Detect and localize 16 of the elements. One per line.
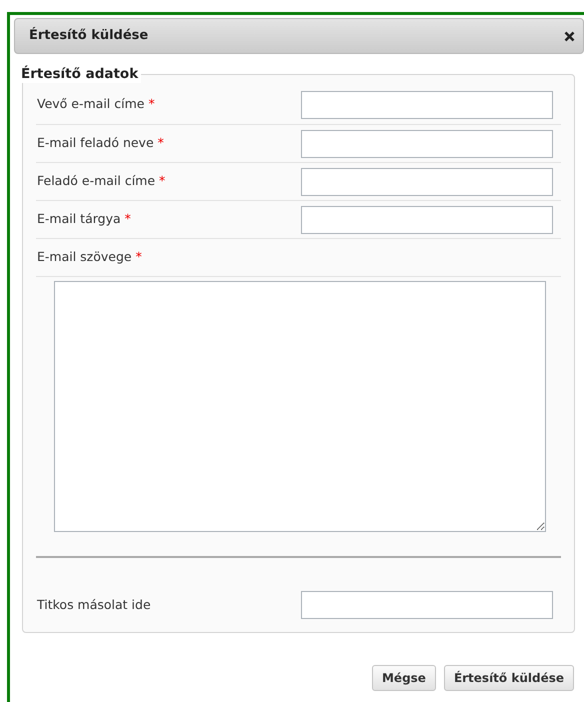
field-label: Vevő e-mail címe * bbox=[37, 95, 155, 114]
dialog-title: Értesítő küldése bbox=[29, 26, 148, 46]
field-label: E-mail feladó neve * bbox=[37, 134, 164, 152]
fieldset-legend: Értesítő adatok bbox=[21, 65, 142, 83]
field-label: Feladó e-mail címe * bbox=[37, 172, 166, 190]
field-label: E-mail szövege * bbox=[37, 248, 142, 266]
dialog-button[interactable]: Mégse bbox=[372, 665, 436, 691]
dialog-button[interactable]: Értesítő küldése bbox=[444, 665, 574, 691]
input-field[interactable] bbox=[301, 130, 553, 158]
input-field[interactable] bbox=[301, 591, 553, 619]
field-label: Titkos másolat ide bbox=[37, 596, 151, 614]
field-label: E-mail tárgya * bbox=[37, 210, 131, 228]
input-field[interactable] bbox=[301, 90, 553, 118]
input-field[interactable] bbox=[301, 168, 553, 196]
close-icon[interactable] bbox=[564, 30, 575, 42]
input-field[interactable] bbox=[301, 206, 553, 234]
